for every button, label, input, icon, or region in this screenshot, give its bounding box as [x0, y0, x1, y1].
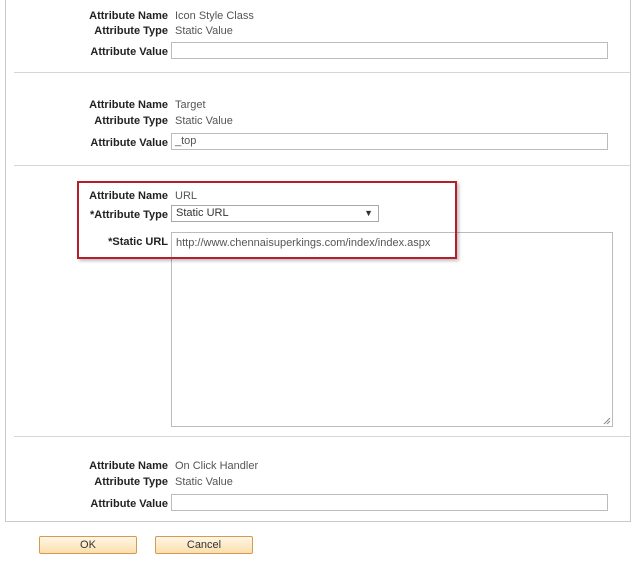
- attribute-value-input[interactable]: [171, 494, 608, 511]
- static-url-text: http://www.chennaisuperkings.com/index/i…: [176, 237, 431, 249]
- cancel-button[interactable]: Cancel: [155, 536, 253, 554]
- attribute-name-label: Attribute Name: [89, 190, 168, 202]
- section-divider: [14, 72, 631, 73]
- attribute-name-label: Attribute Name: [89, 99, 168, 111]
- attribute-type-select[interactable]: Static URL ▼: [171, 205, 379, 222]
- attribute-type-value: Static Value: [175, 115, 233, 127]
- attribute-name-label: Attribute Name: [89, 460, 168, 472]
- attribute-name-value: Icon Style Class: [175, 10, 254, 22]
- attribute-type-label: *Attribute Type: [89, 209, 168, 221]
- section-divider: [14, 165, 631, 166]
- resize-grip-icon[interactable]: [603, 417, 611, 425]
- attribute-type-selected: Static URL: [176, 207, 229, 219]
- attribute-value-input[interactable]: _top: [171, 133, 608, 150]
- attribute-name-value: On Click Handler: [175, 460, 259, 472]
- attribute-type-label: Attribute Type: [94, 476, 168, 488]
- attribute-value-label: Attribute Value: [90, 137, 168, 149]
- attribute-value-input[interactable]: [171, 42, 608, 59]
- section-divider: [14, 436, 631, 437]
- ok-button[interactable]: OK: [39, 536, 137, 554]
- dropdown-arrow-icon[interactable]: ▼: [364, 207, 373, 220]
- attribute-type-label: Attribute Type: [94, 25, 168, 37]
- attribute-value-label: Attribute Value: [90, 498, 168, 510]
- attribute-name-value: URL: [175, 190, 198, 202]
- static-url-label: *Static URL: [108, 236, 168, 248]
- attribute-name-label: Attribute Name: [89, 10, 168, 22]
- attribute-type-value: Static Value: [175, 476, 233, 488]
- attribute-name-value: Target: [175, 99, 206, 111]
- attribute-type-label: Attribute Type: [94, 115, 168, 127]
- static-url-textarea[interactable]: http://www.chennaisuperkings.com/index/i…: [171, 232, 613, 427]
- attribute-type-value: Static Value: [175, 25, 233, 37]
- attribute-value-label: Attribute Value: [90, 46, 168, 58]
